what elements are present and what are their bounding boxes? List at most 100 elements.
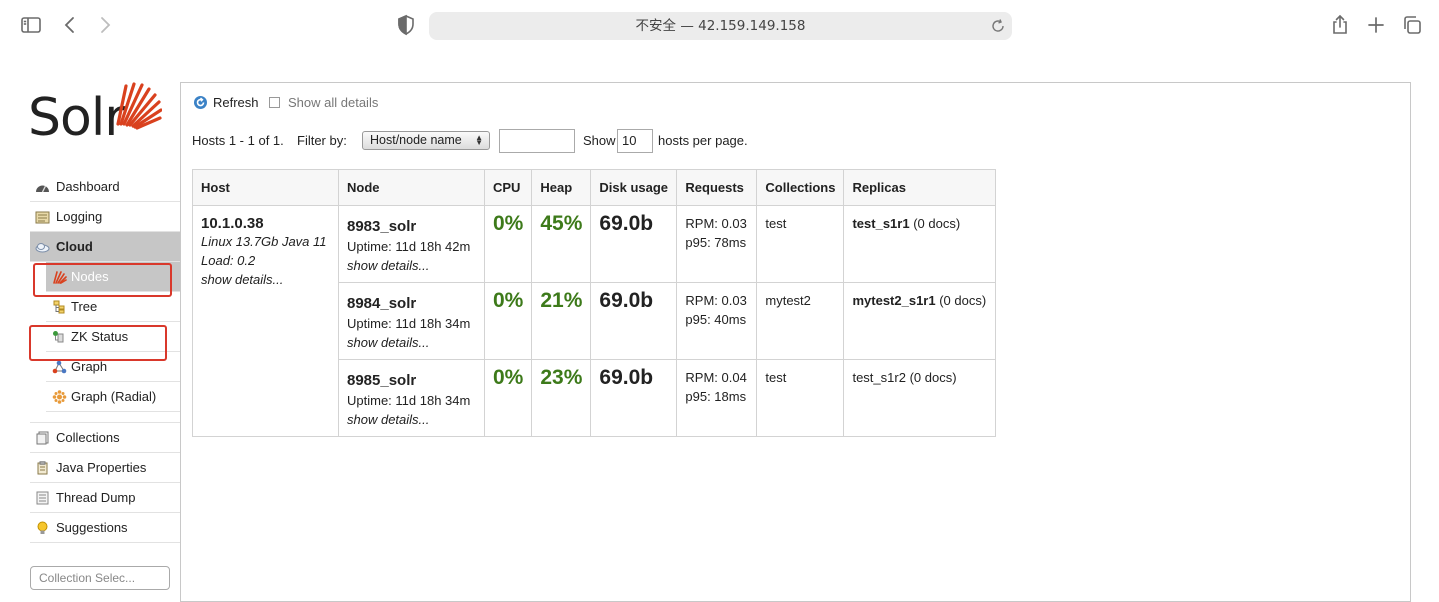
col-header-cpu: CPU	[483, 169, 533, 206]
collection-selector[interactable]: Collection Selec...	[30, 566, 170, 590]
solr-logo[interactable]: Solr	[28, 80, 163, 150]
thread-dump-icon	[36, 491, 49, 505]
sidebar-nav: Dashboard Logging Cloud Nodes Tree ZK St…	[30, 172, 180, 543]
node-show-details-link[interactable]: show details...	[347, 256, 476, 275]
disk-cell: 69.0b	[590, 282, 678, 360]
col-header-disk: Disk usage	[590, 169, 678, 206]
nodes-icon	[53, 271, 67, 284]
heap-cell: 21%	[531, 282, 592, 360]
collection-link[interactable]: test	[765, 214, 835, 233]
host-os: Linux 13.7Gb Java 11	[201, 234, 327, 249]
disk-cell: 69.0b	[590, 205, 678, 283]
cpu-cell: 0%	[483, 205, 533, 283]
refresh-icon	[194, 96, 207, 109]
heap-cell: 23%	[531, 359, 592, 437]
requests-rpm: RPM: 0.04	[685, 370, 747, 385]
sidebar-item-tree[interactable]: Tree	[46, 292, 180, 322]
nodes-panel: Refresh Show all details Hosts 1 - 1 of …	[180, 82, 1411, 602]
sidebar-item-logging[interactable]: Logging	[30, 202, 180, 232]
node-name: 8983_solr	[347, 218, 417, 235]
sidebar-item-java-properties[interactable]: Java Properties	[30, 453, 180, 483]
tree-icon	[53, 300, 65, 314]
sidebar-item-graph[interactable]: Graph	[46, 352, 180, 382]
sidebar-item-graph-radial[interactable]: Graph (Radial)	[46, 382, 180, 412]
replicas-cell: test_s1r2 (0 docs)	[843, 359, 997, 437]
replica-name[interactable]: test_s1r1	[852, 216, 909, 231]
sidebar-item-label: Graph (Radial)	[71, 389, 157, 404]
sidebar-item-label: Tree	[71, 299, 98, 314]
heap-value: 23%	[540, 366, 583, 389]
replica-name[interactable]: mytest2_s1r1	[852, 293, 935, 308]
address-bar[interactable]: 不安全 — 42.159.149.158	[429, 12, 1012, 40]
sidebar-icon[interactable]	[19, 13, 43, 37]
new-tab-icon[interactable]	[1364, 13, 1388, 37]
sidebar-item-collections[interactable]: Collections	[30, 423, 180, 453]
share-icon[interactable]	[1328, 13, 1352, 37]
sidebar-item-nodes[interactable]: Nodes	[46, 262, 180, 292]
filter-text-input[interactable]	[499, 129, 575, 153]
host-cell: 10.1.0.38 Linux 13.7Gb Java 11 Load: 0.2…	[192, 205, 339, 437]
heap-cell: 45%	[531, 205, 592, 283]
browser-toolbar: 不安全 — 42.159.149.158	[0, 0, 1439, 52]
back-icon[interactable]	[58, 13, 82, 37]
collection-link[interactable]: test	[765, 368, 835, 387]
collection-link[interactable]: mytest2	[765, 291, 835, 310]
host-show-details-link[interactable]: show details...	[201, 270, 330, 289]
show-all-details[interactable]: Show all details	[269, 95, 378, 111]
requests-p95: p95: 18ms	[685, 389, 747, 404]
zk-status-icon	[53, 331, 64, 343]
filter-by-label: Filter by:	[297, 133, 347, 148]
disk-value: 69.0b	[599, 289, 654, 312]
sidebar-item-label: ZK Status	[71, 329, 129, 344]
node-cell: 8983_solr Uptime: 11d 18h 42m show detai…	[338, 205, 485, 283]
node-name: 8985_solr	[347, 372, 417, 389]
graph-radial-icon	[52, 390, 67, 404]
requests-p95: p95: 78ms	[685, 235, 747, 250]
node-uptime: Uptime: 11d 18h 34m	[347, 316, 471, 331]
node-show-details-link[interactable]: show details...	[347, 333, 476, 352]
solr-sun-icon	[116, 82, 162, 130]
logging-icon	[35, 211, 50, 224]
col-header-requests: Requests	[676, 169, 758, 206]
show-all-label: Show all details	[288, 95, 379, 110]
tabs-icon[interactable]	[1400, 13, 1424, 37]
sidebar-item-label: Dashboard	[56, 179, 120, 194]
sidebar-item-label: Collections	[56, 430, 120, 445]
disk-value: 69.0b	[599, 366, 654, 389]
disk-cell: 69.0b	[590, 359, 678, 437]
forward-icon[interactable]	[93, 13, 117, 37]
disk-value: 69.0b	[599, 212, 654, 235]
cpu-value: 0%	[493, 212, 524, 235]
hosts-summary: Hosts 1 - 1 of 1.	[192, 133, 284, 148]
node-cell: 8985_solr Uptime: 11d 18h 34m show detai…	[338, 359, 485, 437]
col-header-host: Host	[192, 169, 339, 206]
sidebar-item-cloud[interactable]: Cloud	[30, 232, 180, 262]
collections-icon	[36, 431, 49, 445]
show-all-checkbox[interactable]	[269, 97, 280, 109]
sidebar-item-label: Java Properties	[56, 460, 147, 475]
sidebar-item-suggestions[interactable]: Suggestions	[30, 513, 180, 543]
sidebar-item-label: Nodes	[71, 269, 109, 284]
replica-name[interactable]: test_s1r2	[852, 370, 905, 385]
shield-icon[interactable]	[394, 13, 418, 37]
per-page-input[interactable]: 10	[617, 129, 653, 153]
requests-cell: RPM: 0.03 p95: 40ms	[676, 282, 758, 360]
sidebar-item-label: Graph	[71, 359, 108, 374]
requests-rpm: RPM: 0.03	[685, 293, 747, 308]
node-show-details-link[interactable]: show details...	[347, 410, 476, 429]
dashboard-icon	[36, 185, 49, 193]
node-uptime: Uptime: 11d 18h 34m	[347, 393, 471, 408]
show-label: Show	[583, 133, 616, 148]
collections-cell: test	[756, 205, 845, 283]
filter-type-select[interactable]: Host/node name ▲ ▼	[362, 131, 490, 150]
per-page-suffix: hosts per page.	[658, 133, 748, 148]
sidebar-item-dashboard[interactable]: Dashboard	[30, 172, 180, 202]
sidebar-item-zk-status[interactable]: ZK Status	[46, 322, 180, 352]
sidebar-item-thread-dump[interactable]: Thread Dump	[30, 483, 180, 513]
requests-p95: p95: 40ms	[685, 312, 747, 327]
cpu-cell: 0%	[483, 359, 533, 437]
cpu-value: 0%	[493, 289, 524, 312]
reload-icon[interactable]	[990, 18, 1006, 34]
replicas-cell: test_s1r1 (0 docs)	[843, 205, 997, 283]
cpu-cell: 0%	[483, 282, 533, 360]
